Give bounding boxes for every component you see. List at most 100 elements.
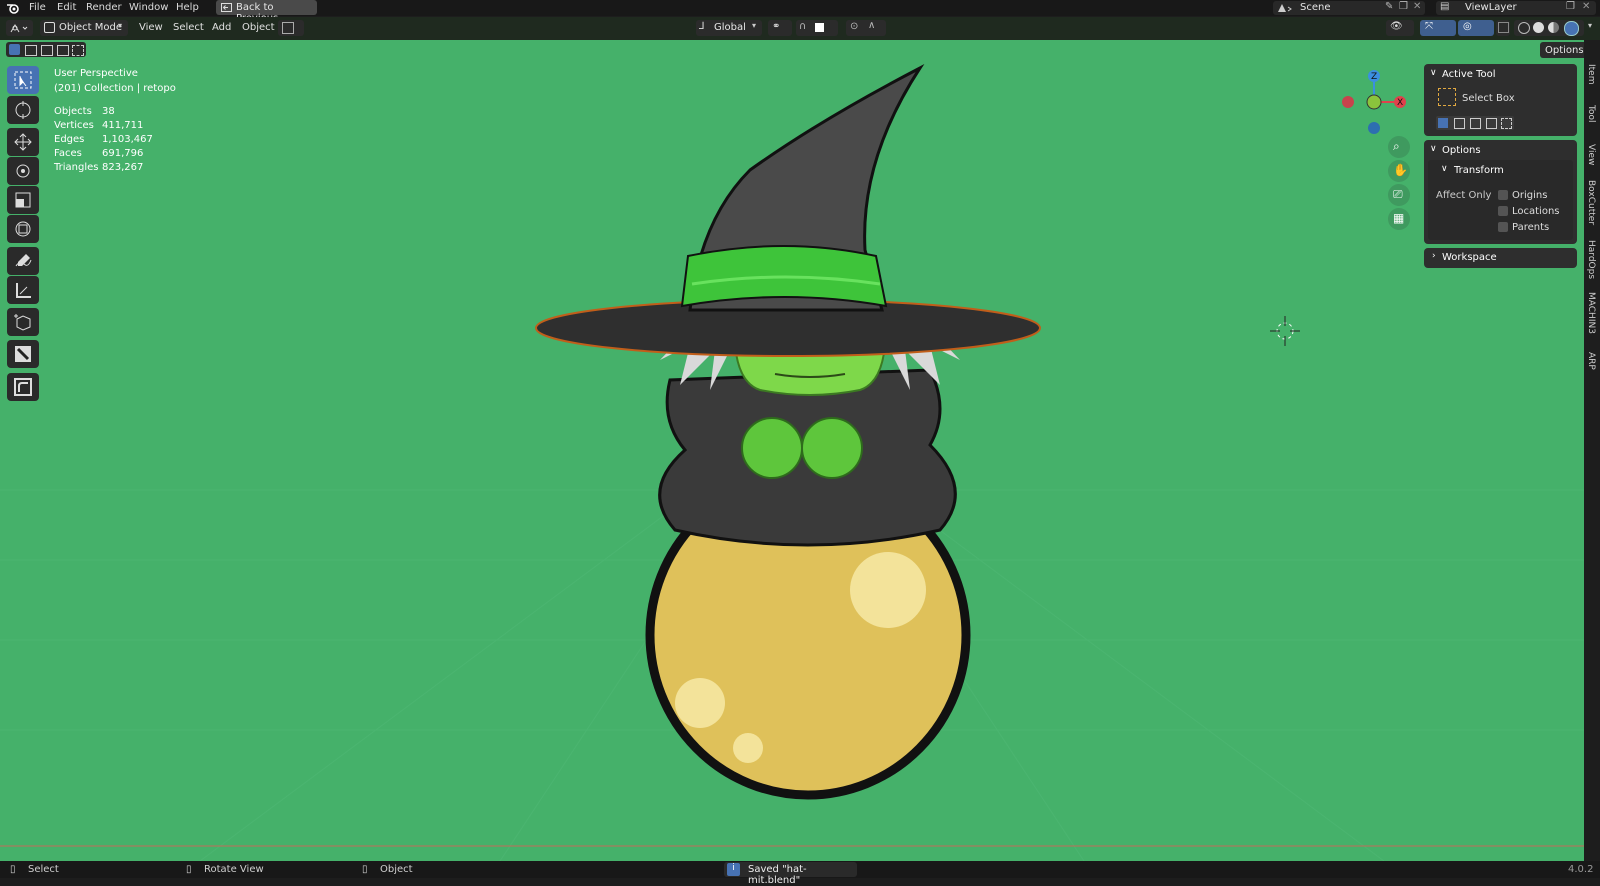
tab-arp[interactable]: ARP: [1586, 352, 1596, 370]
select-invert-icon[interactable]: [1486, 118, 1497, 129]
xray-button[interactable]: [1496, 20, 1510, 36]
tab-tool[interactable]: Tool: [1586, 105, 1596, 122]
menu-render[interactable]: Render: [86, 2, 122, 13]
select-new-icon[interactable]: [1438, 118, 1448, 128]
menu-object[interactable]: Object: [242, 22, 275, 33]
chevron-right-icon[interactable]: ›: [1432, 251, 1436, 261]
origins-label[interactable]: Origins: [1512, 190, 1547, 201]
new-scene-icon[interactable]: ❐: [1399, 1, 1408, 12]
mouse-left-icon: ▯: [10, 864, 16, 875]
cursor-tool[interactable]: [7, 96, 39, 124]
camera-view-button[interactable]: ⎚: [1388, 184, 1410, 206]
3d-cursor[interactable]: [1270, 316, 1300, 346]
options-title[interactable]: Options: [1442, 145, 1481, 156]
tab-view[interactable]: View: [1586, 144, 1596, 165]
select-intersect-icon[interactable]: [72, 45, 84, 56]
pivot-point-button[interactable]: ⚭: [768, 20, 792, 36]
menu-file[interactable]: File: [29, 2, 46, 13]
tab-item[interactable]: Item: [1586, 64, 1596, 85]
select-extend-icon[interactable]: [1454, 118, 1465, 129]
proportional-edit-button[interactable]: ⊙ ∧: [846, 20, 886, 36]
menu-edit[interactable]: Edit: [57, 2, 76, 13]
neg-x-axis-icon[interactable]: [1342, 96, 1354, 108]
select-invert-icon[interactable]: [57, 45, 69, 56]
3d-viewport[interactable]: Options User Perspective (201) Collectio…: [0, 40, 1584, 861]
measure-tool[interactable]: [7, 276, 39, 304]
select-new-icon[interactable]: [9, 44, 20, 55]
status-message[interactable]: i Saved "hat-mit.blend": [724, 862, 857, 886]
new-view-layer-icon[interactable]: ❐: [1566, 1, 1575, 12]
transform-title[interactable]: Transform: [1454, 165, 1504, 176]
mode-label: Object Mode: [59, 22, 122, 33]
menu-help[interactable]: Help: [176, 2, 199, 13]
ortho-toggle-button[interactable]: ▦: [1388, 208, 1410, 230]
select-subtract-icon[interactable]: [1470, 118, 1481, 129]
chevron-down-icon[interactable]: ▾: [1588, 21, 1592, 30]
mode-dropdown[interactable]: Object Mode ▾: [40, 20, 128, 36]
select-intersect-icon[interactable]: [1501, 118, 1512, 129]
locations-label[interactable]: Locations: [1512, 206, 1560, 217]
select-subtract-icon[interactable]: [41, 45, 53, 56]
delete-view-layer-icon[interactable]: ✕: [1582, 1, 1590, 12]
locations-checkbox[interactable]: [1498, 206, 1508, 216]
view-layer-name[interactable]: ViewLayer: [1465, 2, 1517, 13]
chevron-down-icon: ▾: [752, 21, 757, 30]
transform-tool[interactable]: [7, 215, 39, 243]
tab-machin3[interactable]: MACHIN3: [1586, 292, 1596, 334]
workspace-title[interactable]: Workspace: [1442, 252, 1497, 263]
menu-window[interactable]: Window: [129, 2, 168, 13]
shading-buttons[interactable]: [1514, 20, 1584, 36]
witch-model[interactable]: [520, 60, 1060, 840]
chevron-down-icon[interactable]: ∨: [1430, 68, 1437, 78]
delete-scene-icon[interactable]: ✕: [1413, 1, 1421, 12]
scene-selector[interactable]: Scene ✎ ❐ ✕: [1273, 1, 1425, 15]
zoom-button[interactable]: ⌕: [1388, 136, 1410, 158]
orientation-dropdown[interactable]: ⅃ Global ▾: [696, 20, 762, 36]
parents-label[interactable]: Parents: [1512, 222, 1549, 233]
view-layer-selector[interactable]: ▤ ViewLayer ❐ ✕: [1436, 1, 1596, 15]
chevron-down-icon[interactable]: ∨: [1430, 144, 1437, 154]
gizmos-button[interactable]: ⤧: [1420, 20, 1456, 36]
rotate-tool[interactable]: [7, 157, 39, 185]
options-dropdown[interactable]: Options: [1540, 42, 1584, 58]
visibility-button[interactable]: 👁: [1386, 20, 1414, 36]
back-to-previous-button[interactable]: Back to Previous: [216, 0, 317, 24]
add-cube-tool[interactable]: [7, 308, 39, 336]
selection-mode-buttons[interactable]: [6, 42, 86, 57]
move-tool[interactable]: [7, 128, 39, 156]
origins-checkbox[interactable]: [1498, 190, 1508, 200]
select-box-tool[interactable]: [7, 66, 39, 94]
boxcutter-tool[interactable]: [7, 340, 39, 368]
info-icon: i: [727, 863, 740, 876]
affect-only-label: Affect Only: [1436, 190, 1492, 201]
blender-logo-icon[interactable]: [6, 2, 20, 14]
snap-button[interactable]: ∩: [796, 20, 838, 36]
navigation-gizmo[interactable]: Z X: [1334, 66, 1414, 146]
menu-view[interactable]: View: [139, 22, 163, 33]
material-shading-icon[interactable]: [1548, 22, 1559, 33]
overlays-button[interactable]: ◎: [1458, 20, 1494, 36]
active-tool-title[interactable]: Active Tool: [1442, 69, 1496, 80]
wireframe-shading-icon[interactable]: [1518, 22, 1530, 34]
tab-hardops[interactable]: HardOps: [1586, 240, 1596, 279]
scene-name[interactable]: Scene: [1300, 2, 1331, 13]
tool-select-mode-buttons[interactable]: [1436, 116, 1514, 130]
editor-type-button[interactable]: [6, 20, 33, 36]
menu-add[interactable]: Add: [212, 22, 231, 33]
neg-z-axis-icon[interactable]: [1368, 122, 1380, 134]
rendered-shading-icon[interactable]: [1564, 21, 1579, 36]
solid-shading-icon[interactable]: [1533, 22, 1544, 33]
y-axis-icon[interactable]: [1366, 94, 1382, 110]
menu-select[interactable]: Select: [173, 22, 204, 33]
chevron-down-icon[interactable]: ∨: [1441, 164, 1448, 174]
parents-checkbox[interactable]: [1498, 222, 1508, 232]
annotate-tool[interactable]: [7, 247, 39, 275]
pin-icon[interactable]: ✎: [1385, 1, 1393, 12]
hardops-tool[interactable]: [7, 373, 39, 401]
workspace-panel[interactable]: › Workspace: [1424, 248, 1577, 268]
pan-button[interactable]: ✋: [1388, 160, 1410, 182]
gizmo-toggle-button[interactable]: [278, 20, 304, 36]
tab-boxcutter[interactable]: BoxCutter: [1586, 180, 1596, 225]
select-extend-icon[interactable]: [25, 45, 37, 56]
scale-tool[interactable]: [7, 186, 39, 214]
